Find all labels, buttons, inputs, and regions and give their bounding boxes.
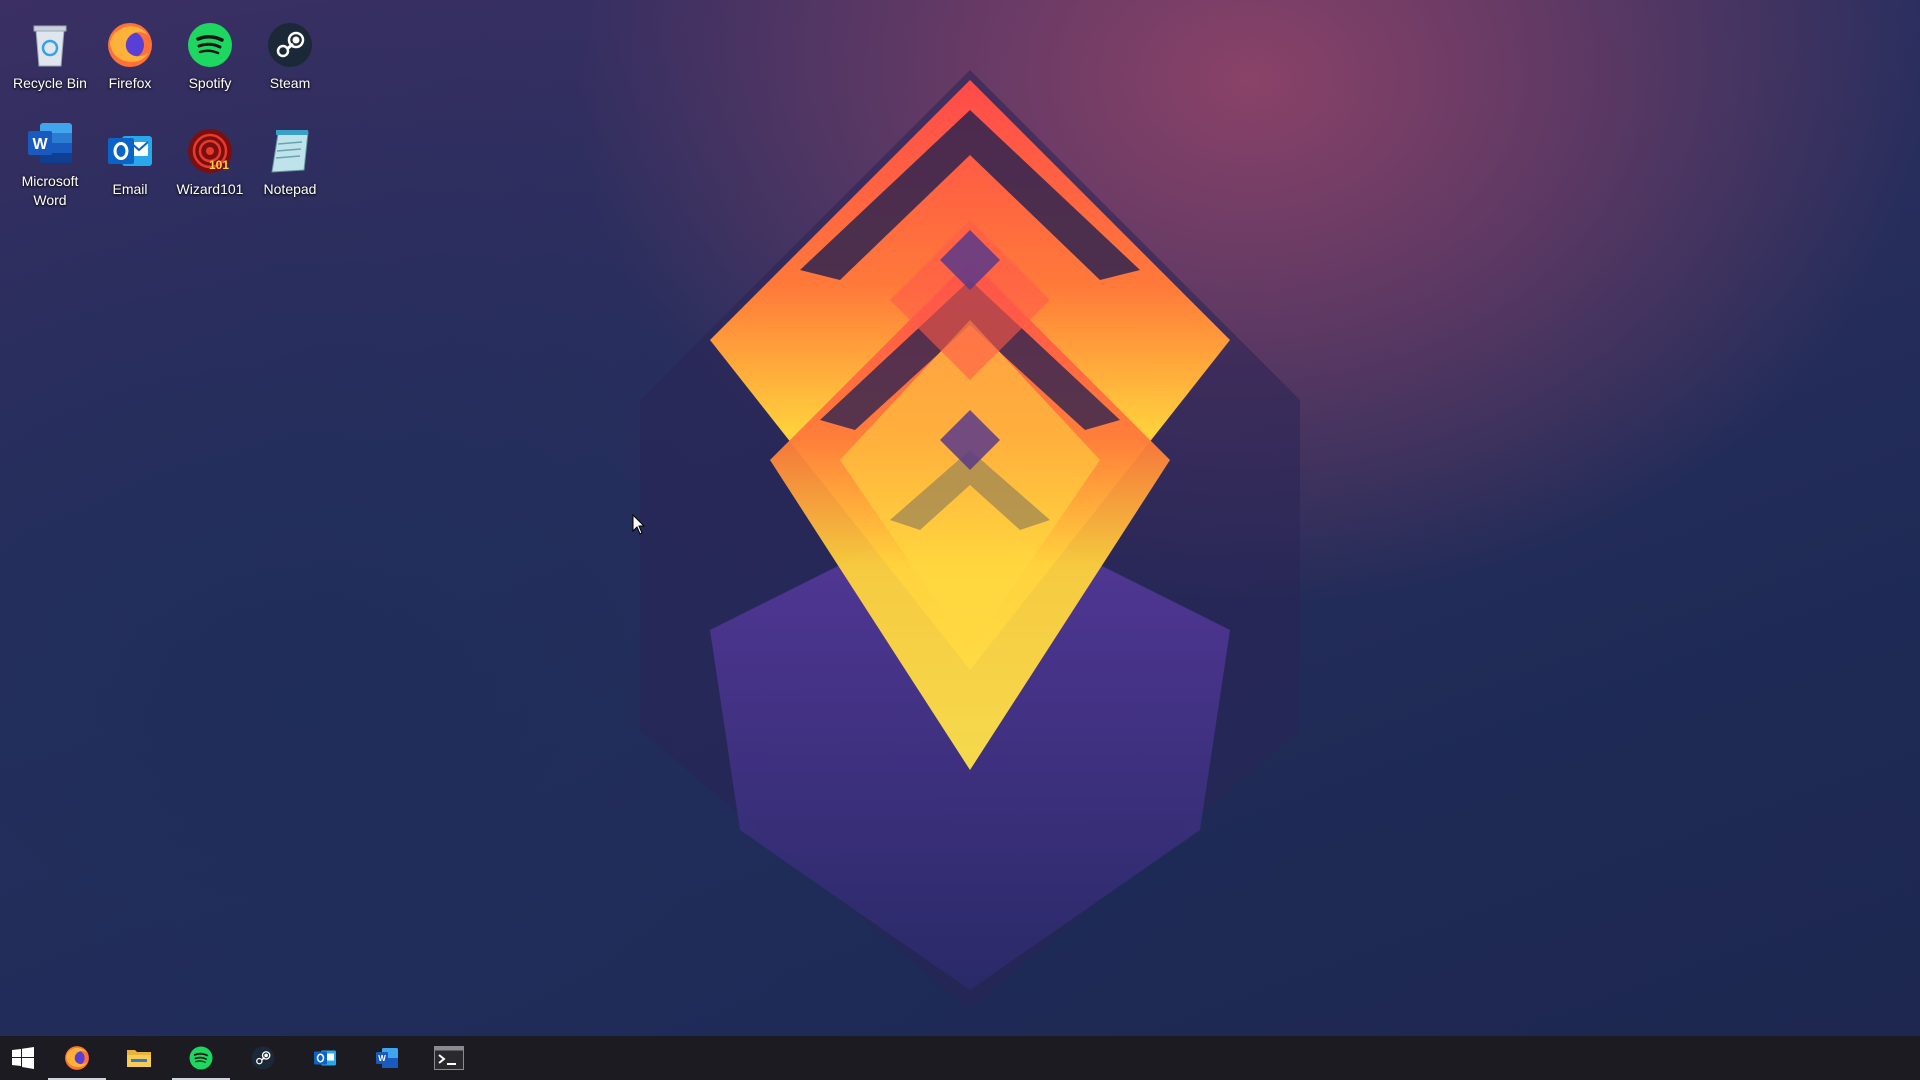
start-button[interactable] <box>0 1036 46 1080</box>
spotify-icon <box>185 20 235 70</box>
outlook-icon <box>105 126 155 176</box>
desktop-icon-wizard101[interactable]: 101 Wizard101 <box>170 126 250 199</box>
taskbar-firefox-button[interactable] <box>46 1036 108 1080</box>
taskbar-outlook-button[interactable] <box>294 1036 356 1080</box>
firefox-icon <box>105 20 155 70</box>
desktop-icon-firefox[interactable]: Firefox <box>90 20 170 93</box>
taskbar-word-button[interactable]: W <box>356 1036 418 1080</box>
desktop-icon-email[interactable]: Email <box>90 126 170 199</box>
desktop-icon-label: Recycle Bin <box>13 75 87 91</box>
desktop-icon-steam[interactable]: Steam <box>250 20 330 93</box>
mouse-cursor-icon <box>632 514 646 535</box>
steam-icon <box>265 20 315 70</box>
desktop-icon-label: Spotify <box>188 75 232 91</box>
taskbar-steam-button[interactable] <box>232 1036 294 1080</box>
wallpaper-artwork <box>640 70 1300 1010</box>
desktop-icon-label: Wizard101 <box>176 181 244 197</box>
taskbar-terminal-button[interactable] <box>418 1036 480 1080</box>
outlook-icon <box>314 1050 336 1066</box>
wizard101-icon: 101 <box>185 126 235 176</box>
terminal-icon <box>434 1046 464 1070</box>
recycle-bin-icon <box>25 20 75 70</box>
taskbar-file-explorer-button[interactable] <box>108 1036 170 1080</box>
spotify-icon <box>189 1046 213 1070</box>
desktop-icon-recycle-bin[interactable]: Recycle Bin <box>10 20 90 93</box>
desktop[interactable]: Recycle Bin Firefox Spotify Steam W Micr… <box>0 0 1920 1036</box>
taskbar: W <box>0 1036 1920 1080</box>
taskbar-spotify-button[interactable] <box>170 1036 232 1080</box>
desktop-icon-label: Firefox <box>108 75 152 91</box>
desktop-icon-label: Steam <box>269 75 311 91</box>
windows-logo-icon <box>12 1047 34 1069</box>
firefox-icon <box>65 1046 89 1070</box>
desktop-icon-label: Microsoft Word <box>21 173 79 208</box>
desktop-icon-spotify[interactable]: Spotify <box>170 20 250 93</box>
word-icon: W <box>25 118 75 168</box>
word-icon: W <box>376 1048 398 1068</box>
svg-text:W: W <box>32 136 48 153</box>
folder-icon <box>127 1050 151 1067</box>
desktop-icon-label: Email <box>112 181 148 197</box>
desktop-icon-label: Notepad <box>263 181 317 197</box>
svg-text:101: 101 <box>209 158 229 172</box>
desktop-icon-notepad[interactable]: Notepad <box>250 126 330 199</box>
steam-icon <box>251 1046 275 1070</box>
desktop-icon-word[interactable]: W Microsoft Word <box>10 118 90 210</box>
notepad-icon <box>265 126 315 176</box>
svg-text:W: W <box>378 1054 386 1063</box>
